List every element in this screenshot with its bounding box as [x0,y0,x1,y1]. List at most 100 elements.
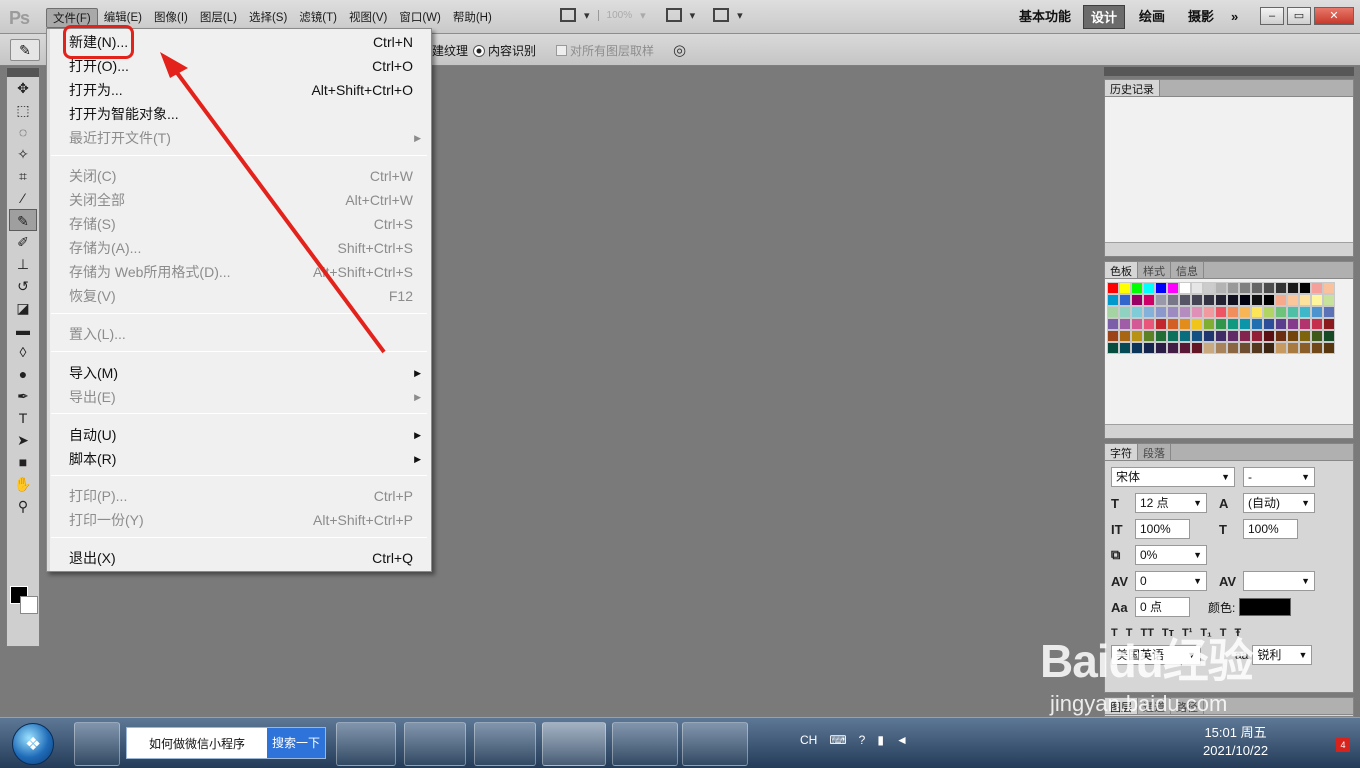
menu-window[interactable]: 窗口(W) [393,8,447,28]
color-swatch[interactable] [1119,294,1131,306]
workspace-photography[interactable]: 摄影 [1181,5,1221,29]
menu-help[interactable]: 帮助(H) [447,8,498,28]
color-swatch[interactable] [1263,342,1275,354]
menu-item-close[interactable]: 关闭(C) Ctrl+W [47,165,431,187]
color-swatch[interactable] [1131,318,1143,330]
stamp-tool-icon[interactable]: ⊥ [7,253,39,275]
color-swatch[interactable] [1107,282,1119,294]
color-swatch[interactable] [1299,306,1311,318]
healing-brush-icon[interactable]: ✎ [10,39,40,61]
toolbox-header[interactable] [7,68,39,77]
color-swatch[interactable] [1299,330,1311,342]
color-swatch[interactable] [1251,330,1263,342]
color-swatch[interactable] [1227,330,1239,342]
menu-item-place[interactable]: 置入(L)... [47,323,431,345]
kerning-select[interactable]: 0 ▼ [1135,571,1207,591]
hand-tool-icon[interactable]: ✋ [7,473,39,495]
chevron-down-icon[interactable]: ▾ [640,9,646,22]
color-swatch[interactable] [1143,342,1155,354]
color-swatch[interactable] [1107,318,1119,330]
sample-all-layers-option[interactable]: 对所有图层取样 [556,42,654,59]
color-swatch[interactable] [1227,282,1239,294]
color-swatch[interactable] [1155,330,1167,342]
color-swatch[interactable] [1239,318,1251,330]
film-strip-icon[interactable] [560,8,576,22]
tracking-select[interactable]: ▼ [1243,571,1315,591]
volume-icon[interactable]: ◄ [896,733,908,747]
workspace-design[interactable]: 设计 [1083,5,1126,29]
menu-view[interactable]: 视图(V) [343,8,393,28]
color-swatch[interactable] [1323,318,1335,330]
color-swatch[interactable] [1155,282,1167,294]
color-swatch[interactable] [1251,294,1263,306]
font-family-select[interactable]: 宋体 ▼ [1111,467,1235,487]
color-swatch[interactable] [1107,294,1119,306]
color-swatch[interactable] [1263,282,1275,294]
color-swatch[interactable] [1263,306,1275,318]
color-swatch[interactable] [1191,342,1203,354]
color-swatch[interactable] [1275,294,1287,306]
minimize-button[interactable]: – [1260,7,1284,25]
content-aware-option[interactable]: 内容识别 [473,42,536,59]
menu-image[interactable]: 图像(I) [148,8,194,28]
chevron-down-icon[interactable]: ▾ [690,9,696,22]
menu-item-save[interactable]: 存储(S) Ctrl+S [47,213,431,235]
maximize-button[interactable]: ▭ [1287,7,1311,25]
color-swatch[interactable] [1155,294,1167,306]
color-swatch[interactable] [1263,294,1275,306]
color-swatch[interactable] [1251,282,1263,294]
crop-tool-icon[interactable]: ⌗ [7,165,39,187]
color-swatch[interactable] [1179,306,1191,318]
color-swatch[interactable] [1155,306,1167,318]
search-button[interactable]: 搜索一下 [266,728,325,758]
shape-tool-icon[interactable]: ■ [7,451,39,473]
app-icon[interactable] [404,722,466,766]
explorer-icon[interactable] [612,722,678,766]
color-swatch[interactable] [1227,294,1239,306]
quick-select-icon[interactable]: ✧ [7,143,39,165]
menu-file[interactable]: 文件(F) [46,8,98,28]
color-swatch[interactable] [1299,342,1311,354]
color-swatch[interactable] [1311,294,1323,306]
search-text[interactable]: 如何做微信小程序 [127,735,267,752]
color-swatch[interactable] [1143,318,1155,330]
color-swatch[interactable] [1311,306,1323,318]
color-swatch[interactable] [1167,330,1179,342]
color-swatch[interactable] [1215,282,1227,294]
360-browser-icon[interactable] [474,722,536,766]
ie-browser-icon[interactable] [336,722,396,766]
photoshop-taskbar-icon[interactable] [542,722,606,766]
color-swatch[interactable] [1323,330,1335,342]
font-style-select[interactable]: - ▼ [1243,467,1315,487]
menu-item-import[interactable]: 导入(M) ▶ [47,362,431,384]
menu-item-open-as[interactable]: 打开为... Alt+Shift+Ctrl+O [47,79,431,101]
color-swatch[interactable] [1311,342,1323,354]
color-swatch[interactable] [1167,306,1179,318]
color-swatch[interactable] [1155,318,1167,330]
menu-item-save-as[interactable]: 存储为(A)... Shift+Ctrl+S [47,237,431,259]
menu-item-open[interactable]: 打开(O)... Ctrl+O [47,55,431,77]
menu-item-automate[interactable]: 自动(U) ▶ [47,424,431,446]
color-swatch[interactable] [1143,282,1155,294]
color-swatch[interactable] [1215,306,1227,318]
start-button[interactable]: ❖ [12,723,54,765]
color-swatch[interactable] [1227,318,1239,330]
type-tool-icon[interactable]: T [7,407,39,429]
language-indicator[interactable]: CH [800,733,817,747]
color-swatch[interactable] [1323,294,1335,306]
color-swatch[interactable] [1311,318,1323,330]
eyedropper-icon[interactable]: ⁄ [7,187,39,209]
color-swatch[interactable] [1263,318,1275,330]
color-swatch[interactable] [1203,330,1215,342]
color-swatch[interactable] [1191,330,1203,342]
dodge-tool-icon[interactable]: ● [7,363,39,385]
tab-info[interactable]: 信息 [1171,262,1204,278]
color-swatch[interactable] [1251,342,1263,354]
keyboard-icon[interactable]: ⌨ [829,733,846,747]
color-swatch[interactable] [1299,294,1311,306]
color-swatch[interactable] [1323,282,1335,294]
menu-item-close-all[interactable]: 关闭全部 Alt+Ctrl+W [47,189,431,211]
color-swatch[interactable] [1107,306,1119,318]
menu-select[interactable]: 选择(S) [243,8,293,28]
color-swatch[interactable] [1227,306,1239,318]
